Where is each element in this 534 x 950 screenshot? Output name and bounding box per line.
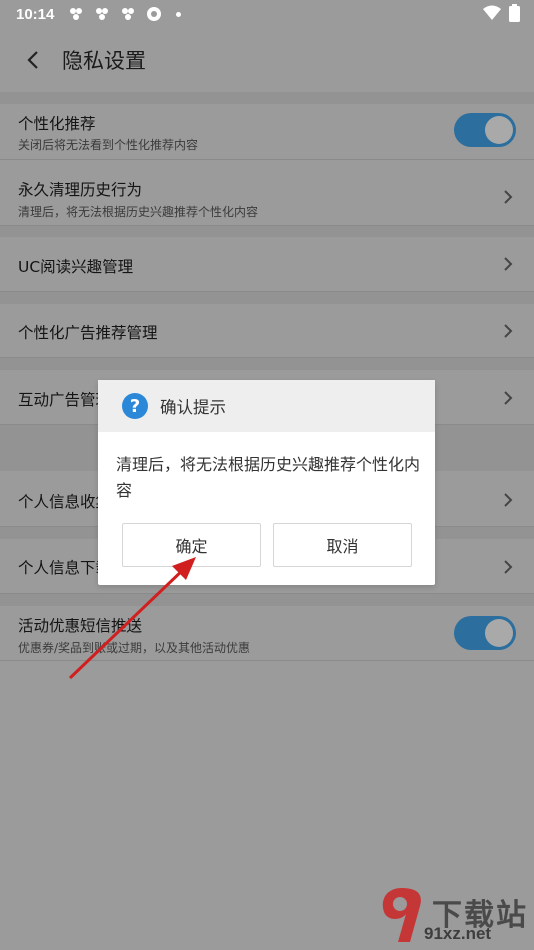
- chevron-right-icon: [504, 560, 513, 574]
- setting-label: 活动优惠短信推送: [18, 617, 143, 635]
- dialog-header: ? 确认提示: [98, 380, 435, 432]
- chevron-right-icon: [504, 391, 513, 405]
- notification-app-icon: [68, 6, 84, 22]
- dialog-title: 确认提示: [160, 398, 226, 417]
- setting-row-uc-reading-interest[interactable]: UC阅读兴趣管理: [0, 237, 534, 292]
- page-title: 隐私设置: [62, 49, 146, 73]
- question-icon: ?: [122, 393, 148, 419]
- setting-label: 个性化广告推荐管理: [18, 324, 158, 342]
- status-bar: 10:14: [0, 0, 534, 28]
- notification-app-icon: [94, 6, 110, 22]
- setting-description: 优惠券/奖品到账或过期，以及其他活动优惠: [18, 641, 251, 655]
- setting-label: 永久清理历史行为: [18, 181, 143, 199]
- watermark-url: 91xz.net: [424, 924, 492, 943]
- notification-app-icon: [146, 6, 162, 22]
- battery-icon: [509, 4, 520, 26]
- section-divider: [0, 226, 534, 237]
- chevron-right-icon: [504, 257, 513, 271]
- setting-row-ad-recommendation[interactable]: 个性化广告推荐管理: [0, 304, 534, 358]
- chevron-right-icon: [504, 324, 513, 338]
- toggle-knob: [485, 116, 513, 144]
- site-watermark: 下载站 91xz.net: [376, 882, 534, 950]
- more-notifications-dot-icon: [176, 11, 182, 17]
- chevron-right-icon: [504, 190, 513, 204]
- promo-sms-toggle[interactable]: [454, 616, 516, 650]
- toggle-knob: [485, 619, 513, 647]
- confirm-button[interactable]: 确定: [122, 523, 261, 567]
- setting-row-promo-sms[interactable]: 活动优惠短信推送 优惠券/奖品到账或过期，以及其他活动优惠: [0, 606, 534, 661]
- setting-label: 个性化推荐: [18, 115, 96, 133]
- setting-label: UC阅读兴趣管理: [18, 258, 134, 276]
- section-divider: [0, 292, 534, 304]
- confirm-dialog: ? 确认提示 清理后，将无法根据历史兴趣推荐个性化内容 确定 取消: [98, 380, 435, 585]
- wifi-icon: [483, 5, 501, 25]
- chevron-left-icon: [27, 51, 38, 69]
- dialog-message: 清理后，将无法根据历史兴趣推荐个性化内容: [116, 455, 421, 500]
- setting-row-personalized-recommendation[interactable]: 个性化推荐 关闭后将无法看到个性化推荐内容: [0, 104, 534, 160]
- section-divider: [0, 92, 534, 104]
- personalized-recommendation-toggle[interactable]: [454, 113, 516, 147]
- section-divider: [0, 358, 534, 370]
- status-time: 10:14: [16, 5, 55, 23]
- notification-app-icon: [120, 6, 136, 22]
- chevron-right-icon: [504, 493, 513, 507]
- setting-description: 关闭后将无法看到个性化推荐内容: [18, 138, 199, 152]
- watermark-logo-icon: [382, 888, 421, 942]
- setting-row-clear-history[interactable]: 永久清理历史行为 清理后，将无法根据历史兴趣推荐个性化内容: [0, 169, 534, 226]
- cancel-button[interactable]: 取消: [273, 523, 412, 567]
- app-header: 隐私设置: [0, 28, 534, 92]
- back-button[interactable]: [8, 35, 58, 85]
- setting-description: 清理后，将无法根据历史兴趣推荐个性化内容: [18, 205, 259, 219]
- section-divider: [0, 594, 534, 606]
